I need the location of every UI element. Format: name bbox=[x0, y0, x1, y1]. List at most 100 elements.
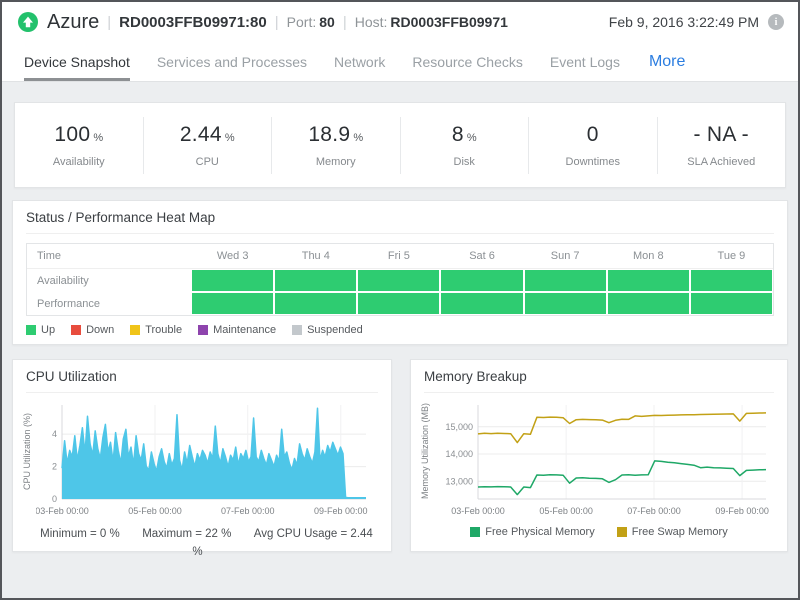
separator: | bbox=[343, 14, 347, 31]
port-value: 80 bbox=[319, 14, 335, 30]
metric-value: 100 bbox=[54, 123, 90, 146]
cpu-stat-max: Maximum = 22 % bbox=[142, 528, 231, 540]
legend-label: Up bbox=[41, 324, 55, 336]
heatmap-cell[interactable] bbox=[524, 292, 607, 315]
legend-item-free-swap-memory: Free Swap Memory bbox=[617, 526, 728, 538]
heatmap-day-header: Thu 4 bbox=[274, 244, 357, 268]
legend-swatch bbox=[198, 325, 208, 335]
heatmap-day-header: Wed 3 bbox=[191, 244, 274, 268]
memory-breakup-chart[interactable]: 13,00014,00015,00003-Feb 00:0005-Feb 00:… bbox=[434, 397, 774, 519]
heatmap-day-header: Tue 9 bbox=[690, 244, 773, 268]
heatmap-cell[interactable] bbox=[524, 269, 607, 292]
memory-breakup-card: Memory Breakup Memory Utilization (MB) 1… bbox=[410, 359, 788, 552]
metric-label: Memory bbox=[272, 156, 400, 168]
svg-text:05-Feb 00:00: 05-Feb 00:00 bbox=[128, 506, 182, 516]
heatmap-cell[interactable] bbox=[357, 269, 440, 292]
cpu-stat-min: Minimum = 0 % bbox=[40, 528, 120, 540]
heatmap-cell[interactable] bbox=[690, 292, 773, 315]
svg-text:09-Feb 00:00: 09-Feb 00:00 bbox=[715, 506, 769, 516]
device-name: Azure bbox=[47, 11, 99, 34]
legend-item-up: Up bbox=[26, 324, 55, 336]
device-address: RD0003FFB09971:80 bbox=[119, 14, 267, 31]
legend-label: Down bbox=[86, 324, 114, 336]
tab-event-logs[interactable]: Event Logs bbox=[550, 42, 620, 81]
heatmap-cell[interactable] bbox=[274, 269, 357, 292]
heatmap-day-header: Mon 8 bbox=[607, 244, 690, 268]
heatmap-row-label: Performance bbox=[27, 292, 191, 315]
heatmap-time-header: Time bbox=[27, 244, 191, 268]
tab-list: Device Snapshot Services and Processes Net… bbox=[24, 42, 647, 81]
heatmap-day-header: Sun 7 bbox=[524, 244, 607, 268]
heatmap-cell[interactable] bbox=[191, 269, 274, 292]
svg-text:03-Feb 00:00: 03-Feb 00:00 bbox=[36, 506, 89, 516]
metric-label: SLA Achieved bbox=[658, 156, 786, 168]
metric-value: 2.44 bbox=[180, 123, 222, 146]
metric-value: 0 bbox=[587, 123, 599, 146]
legend-item-down: Down bbox=[71, 324, 114, 336]
metric-unit: % bbox=[93, 132, 103, 144]
metrics-summary-card: 100%Availability2.44%CPU18.9%Memory8%Dis… bbox=[14, 102, 786, 188]
legend-swatch bbox=[26, 325, 36, 335]
heatmap-cell[interactable] bbox=[440, 269, 523, 292]
legend-item-suspended: Suspended bbox=[292, 324, 363, 336]
svg-text:4: 4 bbox=[52, 429, 57, 439]
svg-text:07-Feb 00:00: 07-Feb 00:00 bbox=[221, 506, 275, 516]
metric-value-row: 2.44% bbox=[144, 123, 272, 147]
metric-label: CPU bbox=[144, 156, 272, 168]
heatmap-title: Status / Performance Heat Map bbox=[26, 210, 774, 234]
metric-cpu: 2.44% CPU bbox=[143, 117, 272, 174]
metric-value-row: 18.9% bbox=[272, 123, 400, 147]
heatmap-cell[interactable] bbox=[607, 292, 690, 315]
heatmap-cell[interactable] bbox=[440, 292, 523, 315]
heatmap-row-label: Availability bbox=[27, 269, 191, 292]
heatmap-cell[interactable] bbox=[607, 269, 690, 292]
metric-label: Disk bbox=[401, 156, 529, 168]
tab-resource-checks[interactable]: Resource Checks bbox=[412, 42, 523, 81]
memory-y-axis-label: Memory Utilization (MB) bbox=[420, 403, 432, 499]
svg-text:07-Feb 00:00: 07-Feb 00:00 bbox=[627, 506, 681, 516]
legend-label: Free Physical Memory bbox=[485, 526, 594, 538]
heatmap-cell[interactable] bbox=[191, 292, 274, 315]
tab-network[interactable]: Network bbox=[334, 42, 385, 81]
svg-text:2: 2 bbox=[52, 462, 57, 472]
metric-unit: % bbox=[467, 132, 477, 144]
tab-device-snapshot[interactable]: Device Snapshot bbox=[24, 42, 130, 81]
poll-timestamp: Feb 9, 2016 3:22:49 PM bbox=[609, 14, 759, 30]
tab-bar: Device Snapshot Services and Processes Net… bbox=[2, 42, 798, 82]
heatmap-card: Status / Performance Heat Map TimeWed 3T… bbox=[12, 200, 788, 345]
heatmap-legend: Up Down Trouble Maintenance Suspended bbox=[26, 324, 774, 336]
legend-label: Suspended bbox=[307, 324, 363, 336]
metric-sla-achieved: - NA - SLA Achieved bbox=[657, 117, 786, 174]
metric-value-row: - NA - bbox=[658, 123, 786, 147]
separator: | bbox=[107, 14, 111, 31]
cpu-y-axis-label: CPU Utilization (%) bbox=[22, 403, 34, 499]
heatmap-table: TimeWed 3Thu 4Fri 5Sat 6Sun 7Mon 8Tue 9A… bbox=[26, 243, 774, 316]
metric-value-row: 0 bbox=[529, 123, 657, 147]
info-icon[interactable]: i bbox=[768, 14, 784, 30]
cpu-chart-title: CPU Utilization bbox=[26, 369, 378, 393]
metric-memory: 18.9% Memory bbox=[271, 117, 400, 174]
heatmap-cell[interactable] bbox=[274, 292, 357, 315]
heatmap-cell[interactable] bbox=[357, 292, 440, 315]
legend-swatch bbox=[617, 527, 627, 537]
cpu-utilization-chart[interactable]: 02403-Feb 00:0005-Feb 00:0007-Feb 00:000… bbox=[36, 397, 378, 519]
separator: | bbox=[275, 14, 279, 31]
metric-unit: % bbox=[353, 132, 363, 144]
tab-more[interactable]: More bbox=[649, 42, 685, 81]
charts-row: CPU Utilization CPU Utilization (%) 0240… bbox=[12, 359, 788, 552]
svg-text:15,000: 15,000 bbox=[445, 422, 473, 432]
svg-text:09-Feb 00:00: 09-Feb 00:00 bbox=[314, 506, 368, 516]
legend-swatch bbox=[470, 527, 480, 537]
heatmap-cell[interactable] bbox=[690, 269, 773, 292]
metric-value: - NA - bbox=[694, 123, 749, 146]
tab-services-and-processes[interactable]: Services and Processes bbox=[157, 42, 307, 81]
metric-availability: 100%Availability bbox=[15, 117, 143, 174]
app-window: Azure | RD0003FFB09971:80 | Port:80 | Ho… bbox=[0, 0, 800, 600]
legend-label: Free Swap Memory bbox=[632, 526, 728, 538]
svg-text:03-Feb 00:00: 03-Feb 00:00 bbox=[451, 506, 505, 516]
legend-swatch bbox=[130, 325, 140, 335]
heatmap-header-row: TimeWed 3Thu 4Fri 5Sat 6Sun 7Mon 8Tue 9 bbox=[27, 244, 773, 269]
metric-label: Downtimes bbox=[529, 156, 657, 168]
legend-label: Maintenance bbox=[213, 324, 276, 336]
legend-label: Trouble bbox=[145, 324, 182, 336]
